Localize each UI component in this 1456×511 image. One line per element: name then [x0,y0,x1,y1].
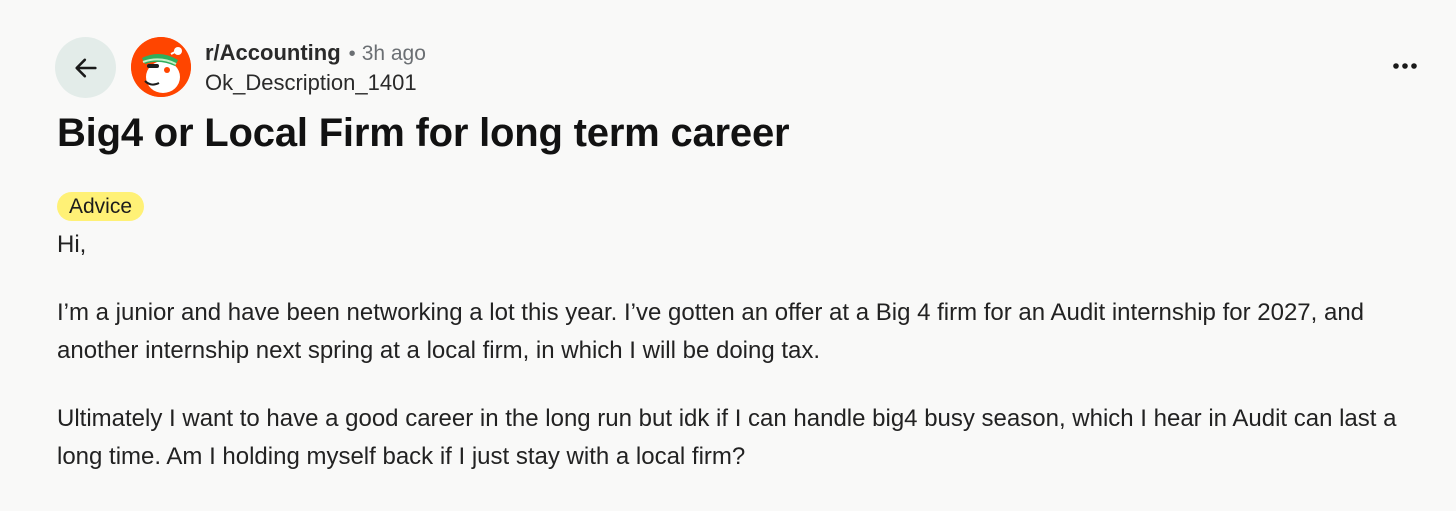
meta-row: r/Accounting • 3h ago [205,38,426,69]
username-link[interactable]: Ok_Description_1401 [205,68,426,98]
more-horizontal-icon [1393,63,1417,69]
arrow-left-icon [74,58,97,77]
post-flair[interactable]: Advice [57,192,145,221]
post-paragraph: Hi, [57,231,87,258]
post-paragraph: Ultimately I want to have a good career … [57,405,1397,470]
back-button[interactable] [55,37,116,98]
meta-separator: • [348,43,356,65]
more-options-button[interactable] [1386,56,1424,76]
subreddit-avatar[interactable] [131,37,191,97]
post-time: 3h ago [361,42,426,65]
snoo-avatar-icon [131,37,191,97]
subreddit-link[interactable]: r/Accounting [205,38,341,68]
post-title: Big4 or Local Firm for long term career [57,111,790,155]
post-body: Hi, I’m a junior and have been networkin… [57,226,1427,506]
post-paragraph: I’m a junior and have been networking a … [57,299,1365,364]
post-meta: r/Accounting • 3h ago Ok_Description_140… [205,38,426,98]
